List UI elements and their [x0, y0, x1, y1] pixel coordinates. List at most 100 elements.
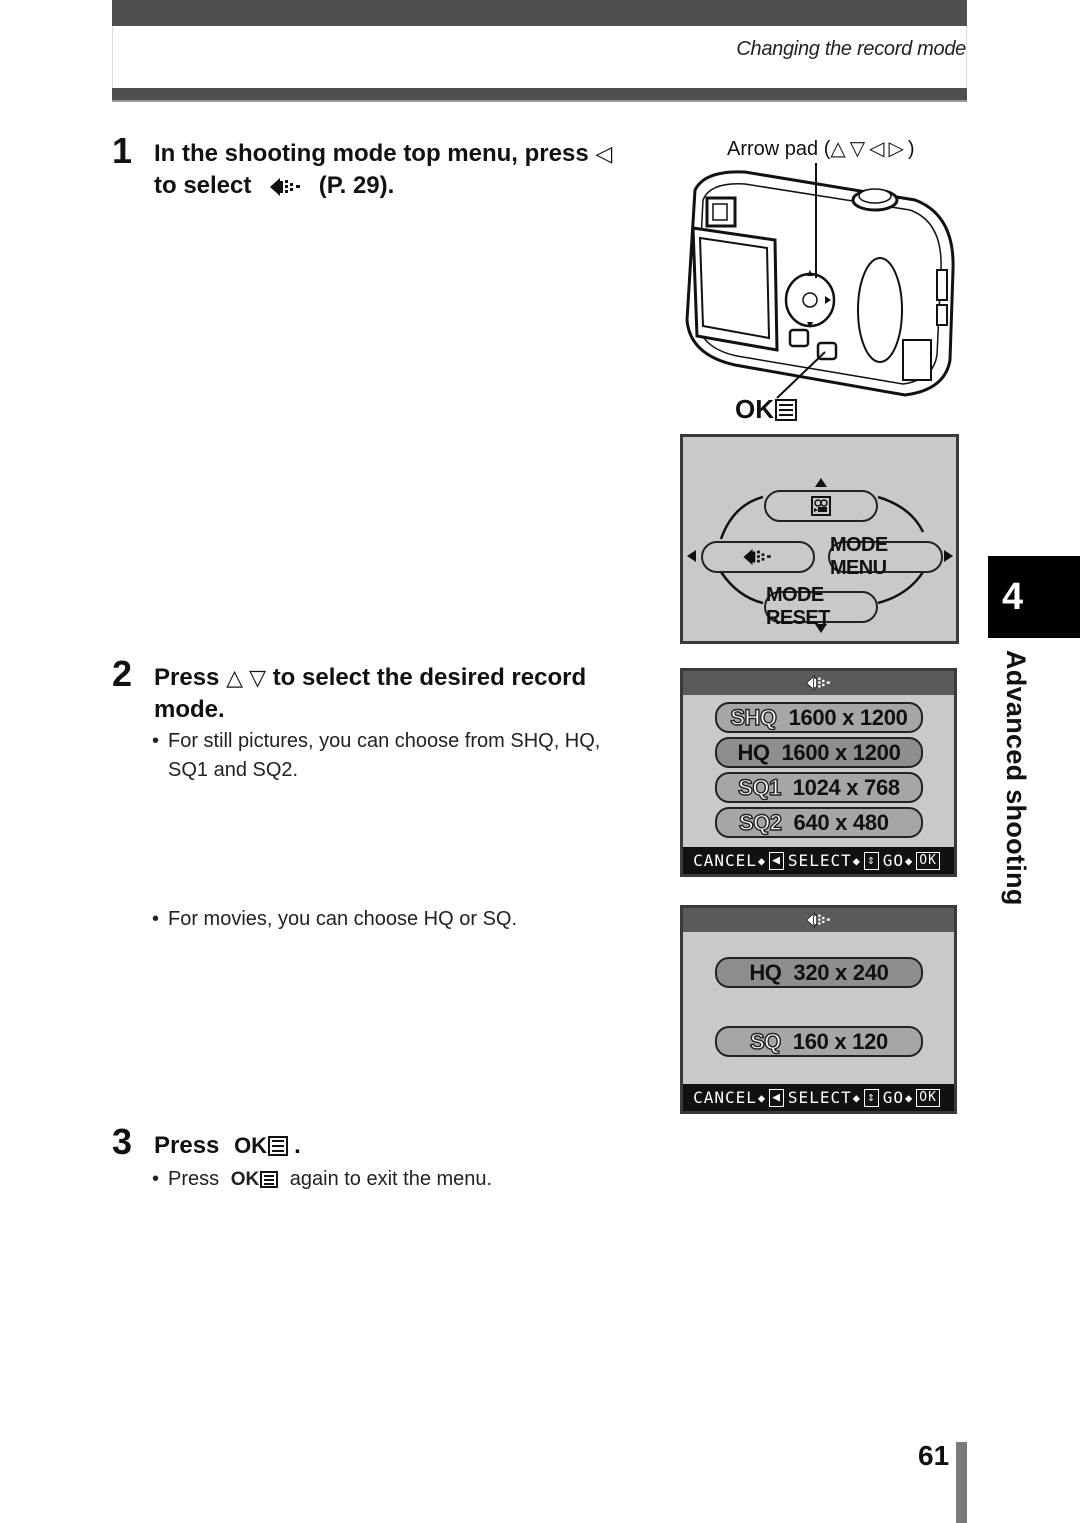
step-2-text: Press △ ▽ to select the desired record m… — [154, 662, 654, 726]
bullet-dot: • — [152, 1168, 160, 1190]
menu-item-mode-reset[interactable]: MODE RESET — [764, 584, 878, 629]
step-2-text-a: Press — [154, 664, 220, 691]
diamond-icon: ◆ — [852, 853, 861, 868]
ok-menu-icon: OK — [231, 1165, 279, 1194]
diamond-icon: ◆ — [757, 1090, 767, 1105]
section-title: Changing the record mode — [736, 38, 966, 60]
up-arrow-icon — [815, 478, 827, 487]
menu-lines-icon — [775, 398, 797, 421]
chapter-tab: 4 — [988, 556, 1080, 638]
bullet-text-pre: Press — [168, 1168, 220, 1190]
select-label: SELECT — [787, 851, 852, 870]
option-movie-sq[interactable]: SQ 160 x 120 — [715, 1026, 923, 1057]
arrow-pad-close: ) — [907, 138, 915, 160]
quality-label: SHQ — [730, 704, 778, 730]
ok-menu-button-label: OK — [735, 394, 797, 425]
bullet-text-cont: SQ1 and SQ2. — [168, 759, 299, 781]
record-mode-icon — [805, 675, 830, 691]
menu-lines-icon — [260, 1171, 279, 1188]
right-arrow-icon — [944, 550, 953, 562]
option-sq1[interactable]: SQ1 1024 x 768 — [715, 772, 923, 803]
diamond-icon: ◆ — [905, 853, 914, 868]
header-bar-top — [112, 0, 967, 26]
screen-footer: CANCEL ◆ ◀ SELECT ◆ ⇕ GO ◆ OK — [683, 847, 954, 874]
arrow-pad-label: Arrow pad (△▽◁▷) — [727, 136, 915, 161]
record-mode-icon — [743, 548, 771, 566]
step-2-text-c: mode. — [154, 696, 225, 723]
bullet-dot: • — [152, 730, 160, 752]
movie-icon — [811, 496, 831, 516]
ok-label: OK — [230, 1169, 260, 1190]
menu-item-movie[interactable] — [764, 490, 878, 522]
left-arrow-icon — [687, 550, 696, 562]
diamond-icon: ◆ — [852, 1090, 861, 1105]
cancel-label: CANCEL — [693, 851, 757, 870]
quality-label: HQ — [749, 959, 782, 985]
left-key-icon: ◀ — [769, 851, 784, 870]
diamond-icon: ◆ — [757, 853, 767, 868]
option-shq[interactable]: SHQ 1600 x 1200 — [715, 702, 923, 733]
option-sq2[interactable]: SQ2 640 x 480 — [715, 807, 923, 838]
step-3-period: . — [294, 1132, 301, 1159]
select-label: SELECT — [787, 1088, 852, 1107]
top-menu-screen: MODE MENU MODE RESET — [680, 434, 959, 644]
up-down-arrow-icons: △ ▽ — [226, 665, 267, 690]
header-bar-bottom — [112, 88, 967, 102]
step-2-bullet-still: • For still pictures, you can choose from… — [152, 727, 652, 785]
ok-menu-icon: OK — [234, 1130, 289, 1162]
step-3-number: 3 — [112, 1121, 133, 1162]
menu-item-mode-menu[interactable]: MODE MENU — [828, 534, 943, 579]
camera-illustration — [685, 163, 955, 399]
step-3-text-a: Press — [154, 1132, 220, 1159]
diamond-icon: ◆ — [905, 1090, 914, 1105]
go-label: GO — [882, 1088, 905, 1107]
step-1-page-ref: (P. 29). — [318, 172, 395, 199]
up-down-key-icon: ⇕ — [863, 851, 879, 870]
quality-label: HQ — [737, 739, 770, 765]
step-1-text-b: to select — [154, 172, 252, 199]
screen-footer: CANCEL ◆ ◀ SELECT ◆ ⇕ GO ◆ OK — [683, 1084, 954, 1111]
movie-record-mode-screen: HQ 320 x 240 SQ 160 x 120 CANCEL ◆ ◀ SELECT ◆… — [680, 905, 957, 1114]
resolution-label: 1600 x 1200 — [781, 739, 901, 765]
arrow-pad-label-text: Arrow pad ( — [727, 138, 831, 160]
bullet-text: For movies, you can choose HQ or SQ. — [168, 908, 518, 930]
ok-key: OK — [916, 851, 940, 870]
step-1-text: In the shooting mode top menu, press ◁ t… — [154, 138, 654, 202]
left-arrow-icon: ◁ — [595, 141, 613, 166]
record-mode-icon — [805, 912, 830, 928]
ok-label: OK — [735, 394, 774, 424]
up-down-key-icon: ⇕ — [863, 1088, 879, 1107]
resolution-label: 1024 x 768 — [792, 774, 900, 800]
step-2-number: 2 — [112, 653, 133, 694]
bullet-text-post: again to exit the menu. — [289, 1168, 493, 1190]
screen-header — [683, 671, 954, 695]
bullet-text: For still pictures, you can choose from … — [168, 730, 601, 752]
record-mode-icon — [270, 177, 301, 196]
resolution-label: 320 x 240 — [793, 959, 889, 985]
resolution-label: 640 x 480 — [793, 809, 889, 835]
quality-label: SQ2 — [738, 809, 782, 835]
menu-lines-icon — [268, 1136, 289, 1156]
arrow-pad-symbols: △▽◁▷ — [830, 138, 908, 160]
quality-label: SQ1 — [737, 774, 781, 800]
cancel-label: CANCEL — [693, 1088, 757, 1107]
resolution-label: 1600 x 1200 — [788, 704, 908, 730]
left-key-icon: ◀ — [769, 1088, 784, 1107]
bullet-dot: • — [152, 908, 160, 930]
menu-item-record-mode[interactable] — [701, 541, 815, 573]
step-3-bullet: • Press OK again to exit the menu. — [152, 1165, 492, 1194]
resolution-label: 160 x 120 — [792, 1028, 888, 1054]
page-number: 61 — [918, 1440, 950, 1471]
step-1-number: 1 — [112, 130, 133, 171]
step-1-text-a: In the shooting mode top menu, press — [154, 140, 589, 167]
ok-key: OK — [916, 1088, 940, 1107]
step-2-bullet-movie: • For movies, you can choose HQ or SQ. — [152, 905, 652, 934]
quality-label: SQ — [749, 1028, 782, 1054]
go-label: GO — [882, 851, 905, 870]
step-2-text-b: to select the desired record — [272, 664, 587, 691]
option-hq[interactable]: HQ 1600 x 1200 — [715, 737, 923, 768]
option-movie-hq[interactable]: HQ 320 x 240 — [715, 957, 923, 988]
still-record-mode-screen: SHQ 1600 x 1200 HQ 1600 x 1200 SQ1 1024 x 7… — [680, 668, 957, 877]
step-3-text: Press OK . — [154, 1130, 301, 1162]
chapter-title: Advanced shooting — [1001, 650, 1031, 906]
